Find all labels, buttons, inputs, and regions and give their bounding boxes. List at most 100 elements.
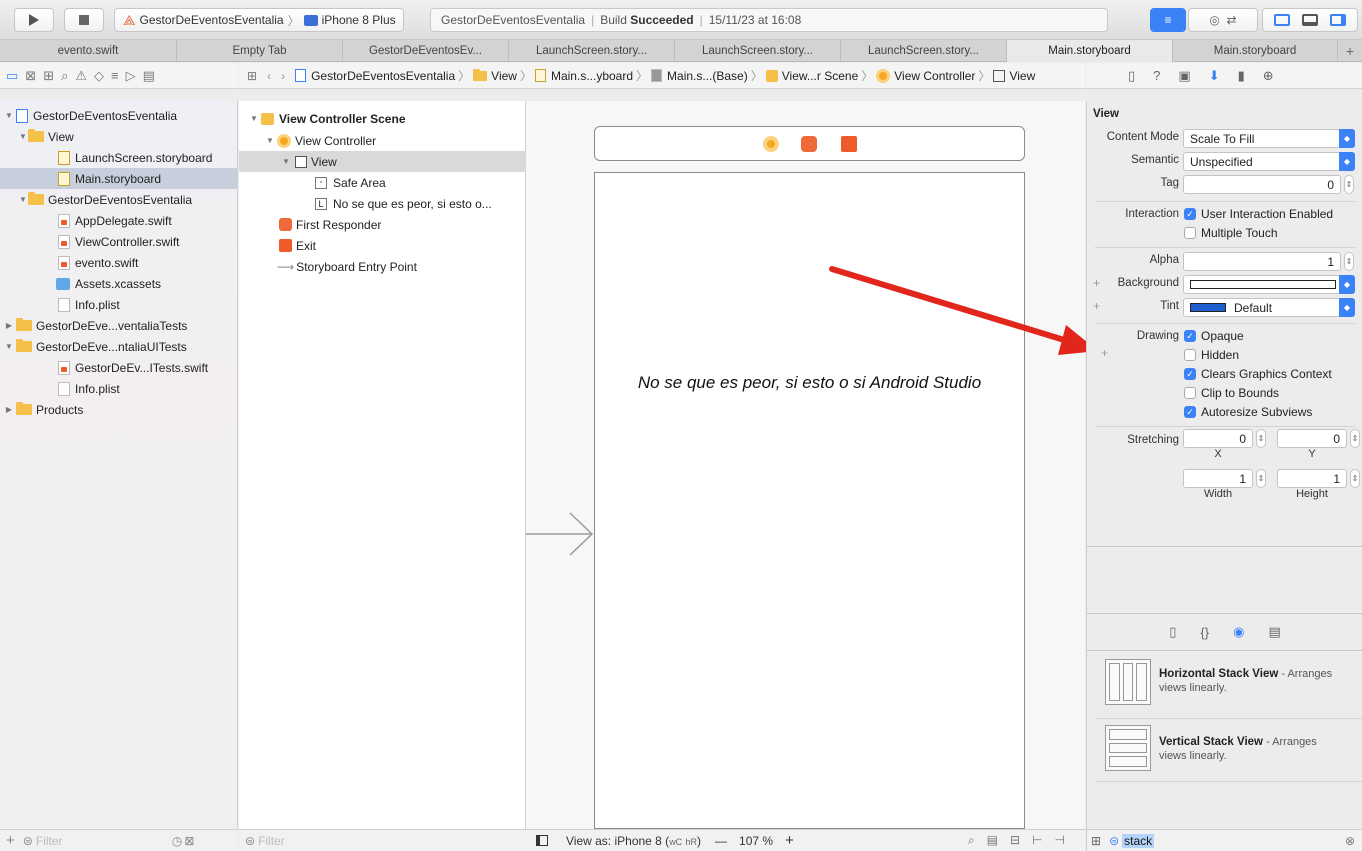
- related-items-icon[interactable]: ⊞: [247, 69, 257, 83]
- source-control-icon[interactable]: ⊠: [25, 68, 43, 84]
- disclosure-open-icon[interactable]: ▼: [4, 342, 14, 351]
- alpha-stepper[interactable]: ⇕: [1344, 252, 1354, 271]
- nav-item-viewcontroller[interactable]: ViewController.swift: [0, 231, 238, 252]
- stretch-height-field[interactable]: 1: [1277, 469, 1347, 488]
- tag-stepper[interactable]: ⇕: [1344, 175, 1354, 194]
- scm-filter-icon[interactable]: ⊠: [184, 834, 194, 848]
- canvas-label[interactable]: No se que es peor, si esto o si Android …: [595, 373, 1024, 393]
- view-as-device[interactable]: View as: iPhone 8 (wC hR): [566, 834, 701, 848]
- outline-filter-input[interactable]: Filter: [258, 834, 285, 848]
- tab-main-storyboard-active[interactable]: Main.storyboard: [1007, 40, 1173, 62]
- outline-entry-point[interactable]: ⟶ Storyboard Entry Point: [239, 256, 526, 277]
- navigator-filter-input[interactable]: Filter: [36, 834, 156, 848]
- attributes-inspector-icon[interactable]: ⬇: [1209, 68, 1238, 84]
- editor-mode-buttons[interactable]: ◎ ⇄: [1188, 8, 1258, 32]
- breakpoint-icon[interactable]: ▷: [126, 68, 143, 84]
- alpha-field[interactable]: 1: [1183, 252, 1341, 271]
- exit-dock-icon[interactable]: [841, 136, 857, 152]
- nav-item-project[interactable]: ▼ GestorDeEventosEventalia: [0, 105, 238, 126]
- library-item-horizontal-stack[interactable]: Horizontal Stack View - Arranges views li…: [1087, 651, 1362, 717]
- run-button[interactable]: [14, 8, 54, 32]
- breadcrumb-view-folder[interactable]: View: [491, 69, 517, 83]
- disclosure-open-icon[interactable]: ▼: [18, 132, 28, 141]
- tab-evento-swift[interactable]: evento.swift: [0, 40, 177, 62]
- stretch-width-stepper[interactable]: ⇕: [1256, 469, 1266, 488]
- quick-help-icon[interactable]: ?: [1153, 68, 1178, 83]
- stretch-y-field[interactable]: 0: [1277, 429, 1347, 448]
- disclosure-open-icon[interactable]: ▼: [265, 136, 275, 145]
- stop-button[interactable]: [64, 8, 104, 32]
- storyboard-canvas[interactable]: No se que es peor, si esto o si Android …: [526, 101, 1098, 829]
- tint-color-popup[interactable]: Default ◆: [1183, 298, 1355, 317]
- opaque-checkbox[interactable]: ✓ Opaque: [1184, 329, 1244, 343]
- nav-item-view-folder[interactable]: ▼ View: [0, 126, 238, 147]
- semantic-popup[interactable]: Unspecified ◆: [1183, 152, 1355, 171]
- disclosure-open-icon[interactable]: ▼: [4, 111, 14, 120]
- stretch-height-stepper[interactable]: ⇕: [1350, 469, 1360, 488]
- connections-inspector-icon[interactable]: ⊕: [1263, 68, 1292, 84]
- grid-view-icon[interactable]: ⊞: [1091, 834, 1101, 848]
- view-controller-dock-icon[interactable]: [763, 136, 779, 152]
- outline-toggle-icon[interactable]: [536, 835, 548, 846]
- nav-item-main-storyboard[interactable]: Main.storyboard: [0, 168, 238, 189]
- forward-icon[interactable]: ›: [281, 69, 285, 83]
- first-responder-dock-icon[interactable]: [801, 136, 817, 152]
- breadcrumb-project[interactable]: GestorDeEventosEventalia: [311, 69, 455, 83]
- size-inspector-icon[interactable]: ▮: [1238, 68, 1263, 84]
- outline-safe-area[interactable]: ▫ Safe Area: [239, 172, 526, 193]
- add-variation-icon[interactable]: +: [1101, 346, 1108, 360]
- disclosure-open-icon[interactable]: ▼: [249, 114, 259, 123]
- multiple-touch-checkbox[interactable]: Multiple Touch: [1184, 226, 1278, 240]
- disclosure-closed-icon[interactable]: ▶: [4, 405, 14, 414]
- breadcrumb-main-storyboard[interactable]: Main.s...yboard: [551, 69, 633, 83]
- outline-exit[interactable]: Exit: [239, 235, 526, 256]
- nav-item-tests-folder[interactable]: ▶ GestorDeEve...ventaliaTests: [0, 315, 238, 336]
- clip-to-bounds-checkbox[interactable]: Clip to Bounds: [1184, 386, 1279, 400]
- tab-empty[interactable]: Empty Tab: [177, 40, 343, 62]
- file-template-icon[interactable]: ▯: [1169, 624, 1176, 640]
- stretch-x-stepper[interactable]: ⇕: [1256, 429, 1266, 448]
- outline-first-responder[interactable]: First Responder: [239, 214, 526, 235]
- user-interaction-checkbox[interactable]: ✓ User Interaction Enabled: [1184, 207, 1333, 221]
- recent-files-icon[interactable]: ◷: [172, 834, 182, 848]
- nav-item-info-plist[interactable]: Info.plist: [0, 294, 238, 315]
- zoom-in-icon[interactable]: +: [785, 832, 794, 849]
- nav-item-appdelegate[interactable]: AppDelegate.swift: [0, 210, 238, 231]
- nav-item-uitests-swift[interactable]: GestorDeEv...ITests.swift: [0, 357, 238, 378]
- clears-graphics-checkbox[interactable]: ✓ Clears Graphics Context: [1184, 367, 1332, 381]
- tab-gestor[interactable]: GestorDeEventosEv...: [343, 40, 509, 62]
- panel-toggle-buttons[interactable]: [1262, 8, 1358, 32]
- add-icon[interactable]: +: [6, 832, 15, 849]
- media-library-icon[interactable]: ▤: [1268, 624, 1280, 640]
- library-item-vertical-stack[interactable]: Vertical Stack View - Arranges views line…: [1087, 719, 1362, 781]
- report-icon[interactable]: ▤: [143, 68, 162, 84]
- breadcrumb-view[interactable]: View: [1009, 69, 1035, 83]
- back-icon[interactable]: ‹: [267, 69, 271, 83]
- issue-icon[interactable]: ⚠: [75, 68, 94, 84]
- nav-item-products[interactable]: ▶ Products: [0, 399, 238, 420]
- symbol-navigator-icon[interactable]: ⊞: [43, 68, 61, 84]
- find-icon[interactable]: ⌕: [61, 68, 75, 84]
- standard-editor-button[interactable]: ≡: [1150, 8, 1186, 32]
- identity-inspector-icon[interactable]: ▣: [1178, 68, 1208, 84]
- add-tab-icon[interactable]: +: [1338, 40, 1362, 62]
- test-icon[interactable]: ◇: [94, 68, 111, 84]
- canvas-tool-icons[interactable]: ⌕▤⊟⊢⊣: [968, 833, 1077, 848]
- disclosure-open-icon[interactable]: ▼: [281, 157, 291, 166]
- zoom-out-icon[interactable]: —: [715, 834, 727, 848]
- outline-label-item[interactable]: L No se que es peor, si esto o...: [239, 193, 526, 214]
- nav-item-uitests-folder[interactable]: ▼ GestorDeEve...ntaliaUITests: [0, 336, 238, 357]
- tab-main-storyboard[interactable]: Main.storyboard: [1173, 40, 1338, 62]
- code-snippet-icon[interactable]: {}: [1200, 625, 1209, 640]
- clear-search-icon[interactable]: ⊗: [1345, 834, 1355, 848]
- nav-item-evento[interactable]: evento.swift: [0, 252, 238, 273]
- library-search-field[interactable]: stack: [1122, 833, 1155, 848]
- hidden-checkbox[interactable]: Hidden: [1184, 348, 1239, 362]
- tag-field[interactable]: 0: [1183, 175, 1341, 194]
- nav-item-assets[interactable]: Assets.xcassets: [0, 273, 238, 294]
- project-navigator-icon[interactable]: ▭: [6, 68, 25, 84]
- disclosure-open-icon[interactable]: ▼: [18, 195, 28, 204]
- breadcrumb-main-base[interactable]: Main.s...(Base): [667, 69, 748, 83]
- tab-launchscreen-1[interactable]: LaunchScreen.story...: [509, 40, 675, 62]
- breadcrumb-view-controller[interactable]: View Controller: [894, 69, 975, 83]
